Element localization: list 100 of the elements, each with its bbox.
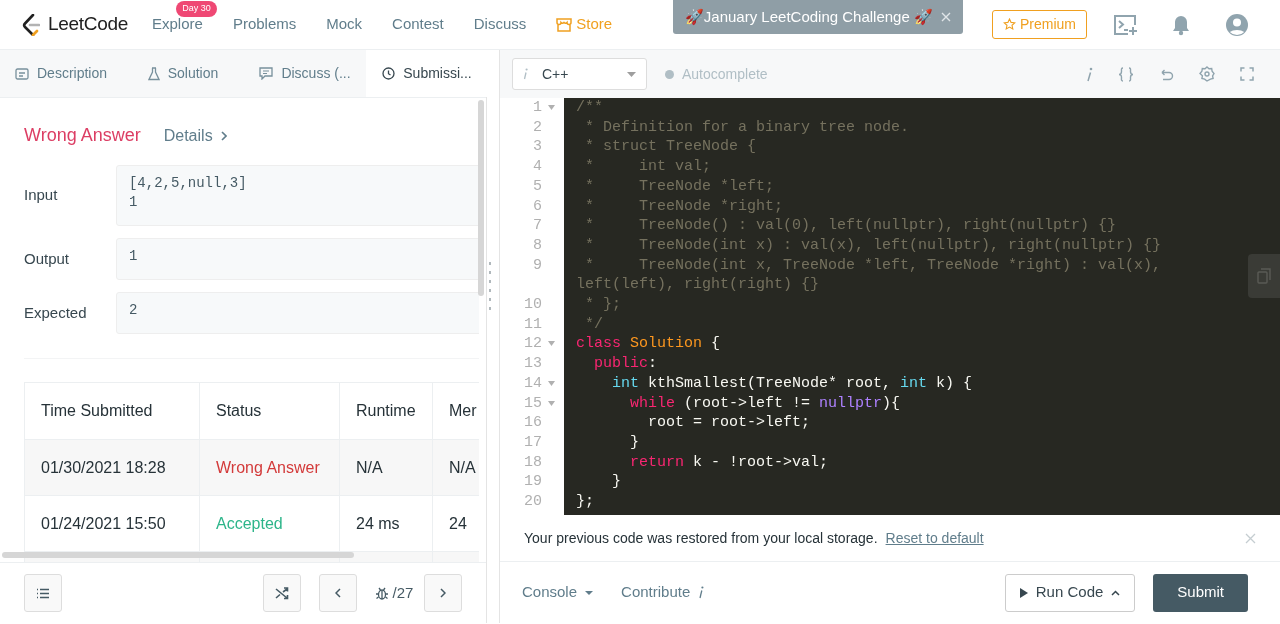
column-header: Status [199,382,340,440]
scrollbar-thumb[interactable] [2,552,354,558]
reset-icon[interactable] [1159,67,1174,81]
value-box: 1 [115,238,479,280]
panel-tab[interactable]: Discuss (... [244,50,366,97]
copy-icon [1257,268,1271,284]
contribute-button[interactable]: Contribute [621,581,705,604]
line-number: 4 [533,158,542,176]
scrollbar-thumb[interactable] [478,100,484,296]
menu-icon [36,587,50,599]
challenge-banner[interactable]: 🚀January LeetCoding Challenge 🚀 [672,0,963,34]
bell-icon[interactable] [1170,13,1192,36]
play-icon [1019,587,1028,598]
chat-icon [259,67,274,80]
column-header: Time Submitted [24,382,200,440]
list-button[interactable] [24,574,62,612]
table-cell: 01/24/2021 15:50 [24,495,200,552]
value-box: 2 [115,292,479,334]
next-button[interactable] [424,574,462,612]
status-dot[interactable] [665,69,674,79]
banner-text[interactable]: 🚀January LeetCoding Challenge 🚀 [684,5,933,29]
card-icon [15,67,29,80]
line-number: 14 [524,374,542,392]
line-number: 18 [524,453,542,471]
table-cell: 01/30/2021 18:28 [24,439,200,496]
table-cell: Wrong Answer [199,439,340,496]
details-link[interactable]: Details [163,123,227,148]
logo-icon[interactable] [22,13,40,36]
chevron-right-icon [220,130,227,141]
flask-icon [147,66,160,81]
new-terminal-icon[interactable] [1113,13,1139,36]
caret-up-icon [1111,589,1121,596]
run-code-button[interactable]: Run Code [1004,573,1136,612]
close-icon[interactable] [1245,532,1256,544]
copy-button[interactable] [1248,254,1280,298]
panel-tab[interactable]: Submissi... [366,50,488,97]
caret-icon [627,71,636,77]
panel-tab[interactable]: Description [0,50,122,97]
column-header: Runtime [339,382,433,440]
notice-text: Your previous code was restored from your local storage. [524,528,878,548]
fold-arrow-icon[interactable] [548,400,555,406]
line-number: 15 [524,394,542,412]
result-status: Wrong Answer [24,124,141,147]
line-number: 2 [533,118,542,136]
line-number: 20 [524,493,542,511]
star-icon [1003,18,1016,31]
bug-icon [374,586,389,600]
line-number: 1 [533,99,542,116]
info-icon[interactable] [1086,66,1093,82]
fold-arrow-icon[interactable] [548,105,555,110]
line-number: 5 [533,177,542,195]
panel-tab[interactable]: Solution [122,50,244,97]
fold-arrow-icon[interactable] [548,380,555,386]
chevron-left-icon [335,588,341,598]
language-select[interactable]: C++ [512,58,647,90]
line-number: 13 [524,355,542,373]
nav-link[interactable]: Contest [392,15,444,33]
line-number: 8 [533,236,542,254]
submit-button[interactable]: Submit [1153,573,1248,612]
line-number: 3 [533,138,542,156]
line-number: 17 [524,433,542,451]
logo-text[interactable]: LeetCode [48,10,128,39]
shuffle-button[interactable] [263,574,301,612]
nav-link[interactable]: Problems [232,15,297,33]
reset-link[interactable]: Reset to default [885,527,984,549]
chevron-right-icon [440,588,446,598]
store-icon [556,17,573,32]
clock-icon [382,67,396,80]
close-icon[interactable] [941,12,951,22]
braces-icon[interactable] [1118,66,1134,82]
table-cell: N/A [339,439,433,496]
field-label: Expected [24,302,88,323]
info-icon [523,68,528,80]
line-number: 11 [524,315,542,333]
line-number: 16 [524,414,542,432]
line-number: 7 [533,217,542,235]
field-label: Output [24,248,71,269]
info-icon [698,586,705,599]
fullscreen-icon[interactable] [1240,67,1254,81]
problem-counter: /27 [392,582,414,603]
fold-arrow-icon[interactable] [548,341,555,347]
line-number: 19 [524,473,542,491]
settings-icon[interactable] [1199,66,1215,82]
field-label: Input [24,185,59,206]
line-number: 12 [524,335,542,353]
nav-link[interactable]: Explore [152,15,203,33]
day-badge: Day 30 [176,1,217,17]
shuffle-icon [275,586,289,600]
nav-link[interactable]: Mock [326,15,363,33]
line-number: 9 [533,256,542,274]
line-number: 6 [533,197,542,215]
table-cell: N/A [432,439,479,496]
console-button[interactable]: Console [522,581,594,604]
avatar-icon[interactable] [1225,12,1249,37]
table-cell: 24 ms [339,495,433,552]
previous-button[interactable] [319,574,357,612]
table-cell: Accepted [199,495,340,552]
nav-link[interactable]: Discuss [473,15,527,33]
value-box: [4,2,5,null,3] 1 [115,165,479,226]
resize-handle[interactable] [488,260,492,312]
